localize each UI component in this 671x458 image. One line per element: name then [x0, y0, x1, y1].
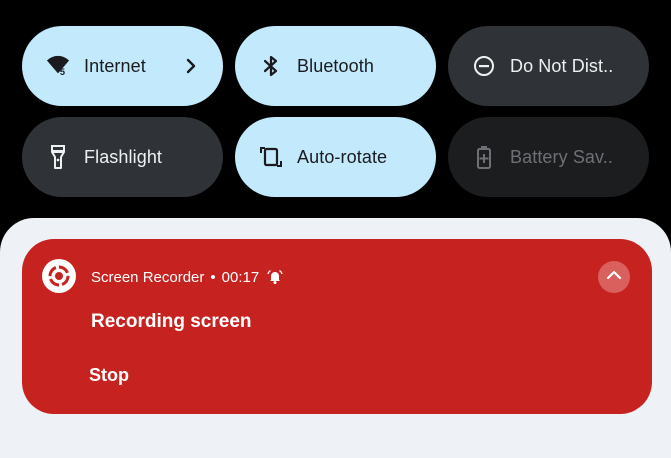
tile-label: Battery Sav.. [510, 146, 614, 167]
tile-label: Do Not Dist.. [510, 55, 614, 76]
collapse-notification-button[interactable] [598, 261, 630, 293]
notification-header: Screen Recorder • 00:17 [91, 267, 283, 287]
elapsed-time: 00:17 [221, 268, 260, 286]
tile-label: Auto-rotate [297, 146, 388, 167]
tile-internet[interactable]: 5 Internet [22, 26, 223, 106]
tile-label: Bluetooth [297, 55, 374, 76]
svg-text:5: 5 [60, 67, 65, 77]
tile-do-not-disturb[interactable]: Do Not Dist.. [448, 26, 649, 106]
flashlight-icon [46, 145, 70, 169]
tile-auto-rotate[interactable]: Auto-rotate [235, 117, 436, 197]
chevron-right-icon [179, 54, 203, 78]
auto-rotate-icon [259, 145, 283, 169]
wifi-signal-5-icon: 5 [46, 54, 70, 78]
tile-battery-saver[interactable]: Battery Sav.. [448, 117, 649, 197]
screen-recorder-notification[interactable]: Screen Recorder • 00:17 Recording screen… [22, 239, 652, 414]
tile-label: Internet [84, 55, 146, 76]
app-name: Screen Recorder [91, 268, 205, 286]
bluetooth-icon [259, 54, 283, 78]
notification-title: Recording screen [91, 311, 252, 332]
battery-saver-icon [472, 145, 496, 169]
chevron-up-icon [605, 266, 623, 289]
separator-dot: • [210, 268, 216, 286]
tile-flashlight[interactable]: Flashlight [22, 117, 223, 197]
alarm-bell-icon [267, 269, 283, 285]
stop-button[interactable]: Stop [89, 365, 129, 386]
do-not-disturb-icon [472, 54, 496, 78]
tile-label: Flashlight [84, 146, 163, 167]
screen-record-icon [42, 259, 76, 293]
tile-bluetooth[interactable]: Bluetooth [235, 26, 436, 106]
